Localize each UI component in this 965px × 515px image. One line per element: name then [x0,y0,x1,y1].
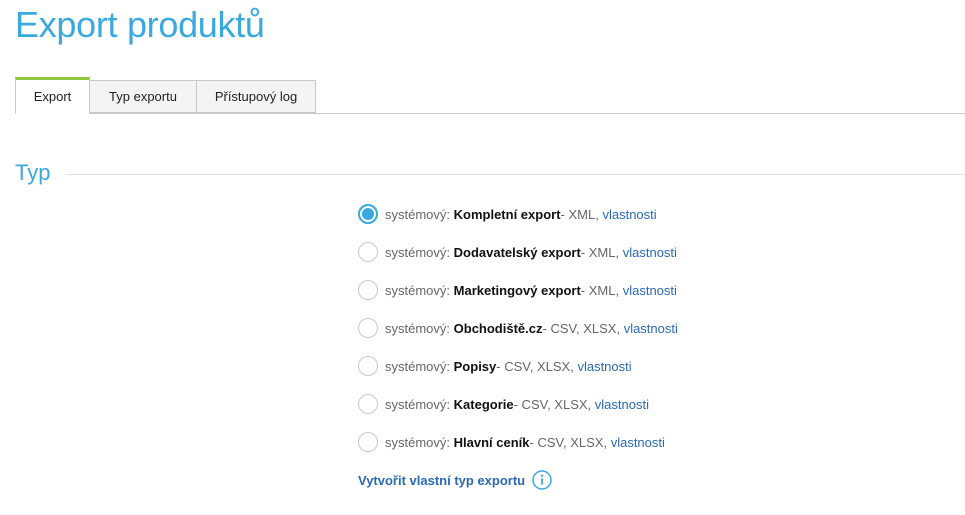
option-name: Dodavatelský export [453,244,581,260]
create-custom-export-link[interactable]: Vytvořit vlastní typ exportu [358,473,525,488]
tab-pristupovy-log[interactable]: Přístupový log [196,80,316,113]
export-type-option[interactable]: systémový: Obchodiště.cz - CSV, XLSX, vl… [358,317,678,339]
properties-link[interactable]: vlastnosti [623,283,677,298]
properties-link[interactable]: vlastnosti [623,245,677,260]
tab-bar: Export Typ exportu Přístupový log [15,77,965,114]
radio-button[interactable] [358,356,378,376]
option-prefix: systémový: [385,434,451,450]
option-formats: - CSV, XLSX, [513,396,592,412]
properties-link[interactable]: vlastnosti [577,359,631,374]
properties-link[interactable]: vlastnosti [595,397,649,412]
properties-link[interactable]: vlastnosti [611,435,665,450]
option-name: Hlavní ceník [453,434,530,450]
option-name: Popisy [453,358,497,374]
properties-link[interactable]: vlastnosti [624,321,678,336]
create-custom-row: Vytvořit vlastní typ exportu [358,470,552,490]
tab-label: Přístupový log [214,89,298,104]
export-type-option[interactable]: systémový: Dodavatelský export - XML, vl… [358,241,678,263]
radio-button[interactable] [358,394,378,414]
tab-typ-exportu[interactable]: Typ exportu [89,80,197,113]
tab-label: Export [33,89,72,104]
option-prefix: systémový: [385,206,451,222]
option-name: Obchodiště.cz [453,320,543,336]
option-prefix: systémový: [385,244,451,260]
option-formats: - CSV, XLSX, [496,358,574,374]
option-formats: - XML, [580,244,620,260]
option-prefix: systémový: [385,320,451,336]
tab-label: Typ exportu [109,89,177,104]
section-divider [66,174,965,175]
radio-button[interactable] [358,280,378,300]
option-name: Kategorie [453,396,514,412]
properties-link[interactable]: vlastnosti [602,207,656,222]
option-name: Marketingový export [453,282,581,298]
export-type-option[interactable]: systémový: Kompletní export - XML, vlast… [358,203,678,225]
page-title: Export produktů [15,4,265,45]
option-formats: - CSV, XLSX, [529,434,608,450]
section-heading: Typ [15,160,51,185]
radio-button[interactable] [358,318,378,338]
option-prefix: systémový: [385,282,451,298]
option-prefix: systémový: [385,396,451,412]
option-name: Kompletní export [453,206,561,222]
radio-button[interactable] [358,204,378,224]
radio-button[interactable] [358,432,378,452]
option-formats: - XML, [560,206,599,222]
option-formats: - XML, [580,282,620,298]
export-type-option[interactable]: systémový: Hlavní ceník - CSV, XLSX, vla… [358,431,678,453]
export-type-option[interactable]: systémový: Marketingový export - XML, vl… [358,279,678,301]
option-prefix: systémový: [385,358,451,374]
export-type-option[interactable]: systémový: Kategorie - CSV, XLSX, vlastn… [358,393,678,415]
export-type-list: systémový: Kompletní export - XML, vlast… [358,203,678,469]
option-formats: - CSV, XLSX, [542,320,621,336]
tab-export[interactable]: Export [15,77,90,114]
radio-button[interactable] [358,242,378,262]
export-type-option[interactable]: systémový: Popisy - CSV, XLSX, vlastnost… [358,355,678,377]
info-icon[interactable] [532,470,552,490]
